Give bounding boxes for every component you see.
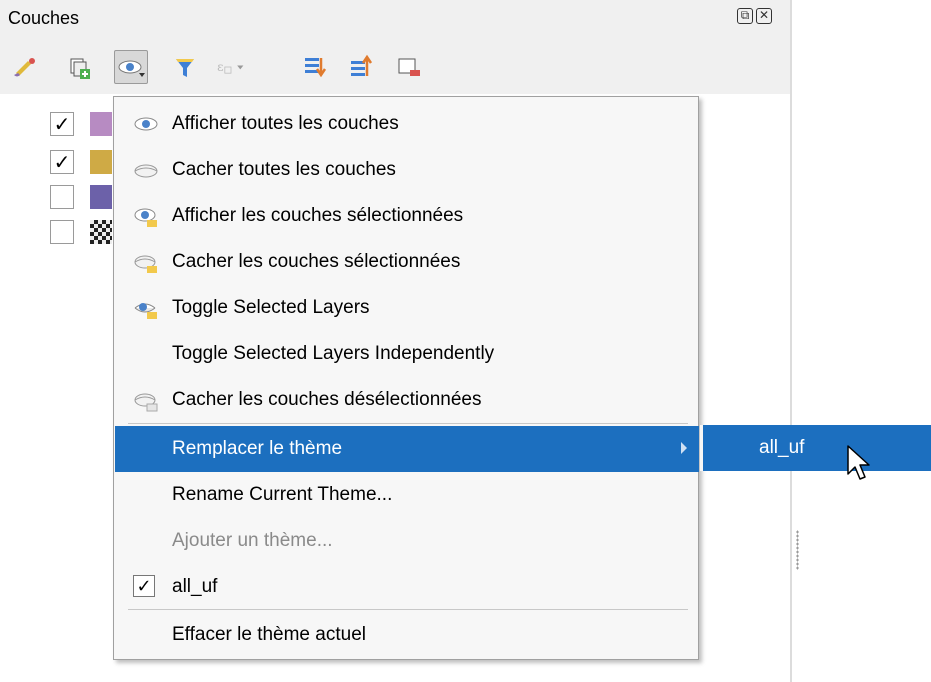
add-group-icon[interactable] <box>62 50 96 84</box>
filter-expression-icon[interactable]: ε <box>214 50 248 84</box>
close-icon[interactable]: ✕ <box>756 8 772 24</box>
menu-item-hide-deselected-layers[interactable]: Cacher les couches désélectionnées <box>115 377 699 423</box>
menu-item-replace-theme[interactable]: Remplacer le thème <box>115 426 699 472</box>
splitter-grip[interactable] <box>796 530 799 570</box>
eye-selected-icon <box>134 208 157 227</box>
menu-item-show-all-layers[interactable]: Afficher toutes les couches <box>115 101 699 147</box>
layer-row[interactable] <box>50 218 112 246</box>
panel-title: Couches <box>8 8 80 28</box>
layer-visibility-checkbox[interactable] <box>50 185 74 209</box>
eye-closed-selected-icon <box>134 255 157 273</box>
visibility-themes-icon[interactable] <box>114 50 148 84</box>
menu-separator <box>128 423 688 424</box>
menu-item-show-selected-layers[interactable]: Afficher les couches sélectionnées <box>115 193 699 239</box>
menu-item-theme-all-uf[interactable]: ✓ all_uf <box>115 564 699 610</box>
layer-row[interactable] <box>50 183 112 211</box>
menu-item-toggle-selected-layers[interactable]: Toggle Selected Layers <box>115 285 699 331</box>
eye-icon <box>134 117 158 131</box>
layer-symbol-swatch <box>90 112 112 136</box>
svg-text:ε: ε <box>217 60 223 74</box>
layer-row[interactable]: ✓ <box>50 110 112 138</box>
expand-all-icon[interactable] <box>298 50 332 84</box>
remove-layer-icon[interactable] <box>392 50 426 84</box>
eye-closed-deselected-icon <box>134 393 158 412</box>
menu-item-add-theme: Ajouter un thème... <box>172 530 333 551</box>
eye-closed-icon <box>134 164 158 178</box>
menu-item-rename-current-theme[interactable]: Rename Current Theme... <box>115 472 699 518</box>
collapse-all-icon[interactable] <box>344 50 378 84</box>
menu-item-hide-selected-layers[interactable]: Cacher les couches sélectionnées <box>115 239 699 285</box>
layer-symbol-swatch <box>90 185 112 209</box>
layer-row[interactable]: ✓ <box>50 148 112 176</box>
float-icon[interactable]: ⧉ <box>737 8 753 24</box>
menu-item-toggle-selected-layers-independently[interactable]: Toggle Selected Layers Independently <box>115 331 699 377</box>
checkmark-icon: ✓ <box>133 575 155 597</box>
menu-separator <box>128 609 688 610</box>
submenu-arrow-icon <box>681 442 687 454</box>
map-canvas-area <box>792 0 931 682</box>
menu-item-clear-current-theme[interactable]: Effacer le thème actuel <box>115 612 699 658</box>
layers-toolbar: ε <box>0 44 790 94</box>
toggle-layers-icon <box>134 303 157 319</box>
raster-layer-icon <box>90 220 112 244</box>
replace-theme-submenu: all_uf <box>700 425 931 471</box>
mouse-cursor-icon <box>847 445 870 480</box>
layer-visibility-checkbox[interactable] <box>50 220 74 244</box>
style-manager-icon[interactable] <box>8 50 42 84</box>
layer-visibility-checkbox[interactable]: ✓ <box>50 112 74 136</box>
panel-title-buttons: ⧉ ✕ <box>737 8 772 24</box>
submenu-item-all-uf[interactable]: all_uf <box>703 425 931 471</box>
visibility-themes-menu: Afficher toutes les couches Cacher toute… <box>113 96 699 660</box>
filter-legend-icon[interactable] <box>168 50 202 84</box>
layer-visibility-checkbox[interactable]: ✓ <box>50 150 74 174</box>
menu-item-hide-all-layers[interactable]: Cacher toutes les couches <box>115 147 699 193</box>
layer-symbol-swatch <box>90 150 112 174</box>
